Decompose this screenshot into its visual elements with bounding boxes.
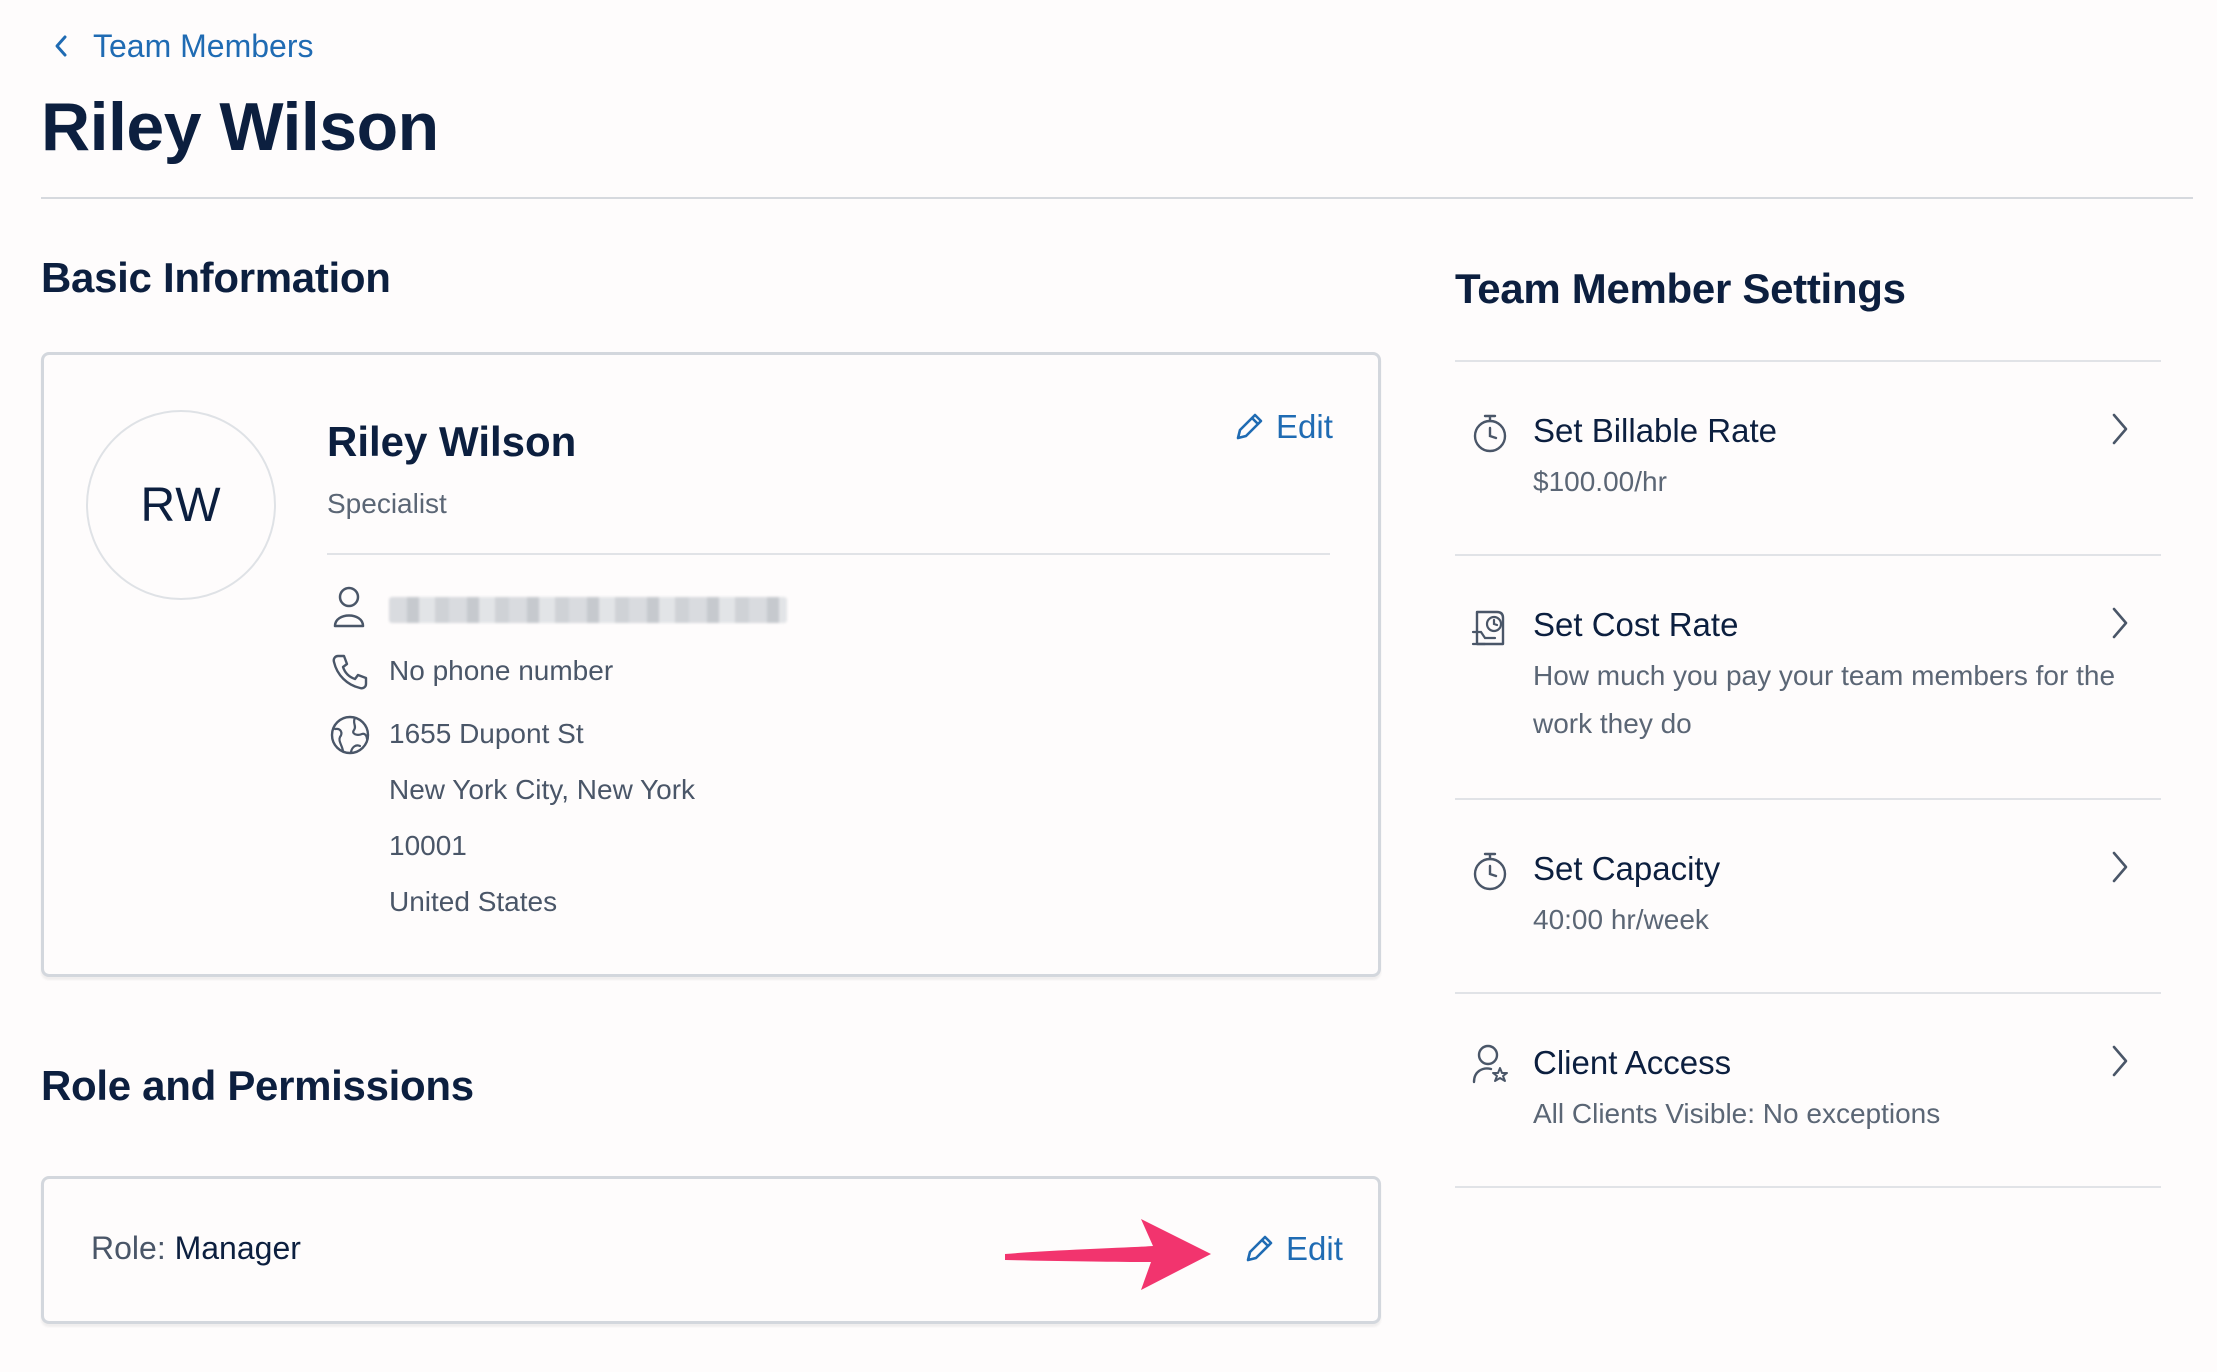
address-city-state: New York City, New York xyxy=(389,774,696,805)
role-text: Role: Manager xyxy=(91,1230,301,1267)
role-value: Manager xyxy=(174,1230,301,1266)
header-divider xyxy=(41,197,2193,199)
role-permissions-heading: Role and Permissions xyxy=(41,1062,474,1109)
setting-subtitle: How much you pay your team members for t… xyxy=(1533,660,2116,739)
setting-title: Client Access xyxy=(1533,1044,1732,1081)
cost-rate-icon xyxy=(1471,608,1509,650)
setting-cost-rate[interactable]: Set Cost Rate How much you pay your team… xyxy=(1455,556,2161,798)
stopwatch-icon xyxy=(1471,412,1509,454)
annotation-arrow-icon xyxy=(1003,1214,1213,1294)
address-zip: 10001 xyxy=(389,830,467,861)
edit-label: Edit xyxy=(1276,408,1333,445)
breadcrumb-back-link[interactable]: Team Members xyxy=(53,26,314,66)
edit-label: Edit xyxy=(1286,1230,1343,1267)
setting-title: Set Billable Rate xyxy=(1533,412,1777,449)
setting-title: Set Capacity xyxy=(1533,850,1721,887)
avatar-initials: RW xyxy=(140,478,222,532)
member-name: Riley Wilson xyxy=(327,418,577,465)
globe-icon xyxy=(329,714,371,756)
member-job-title: Specialist xyxy=(327,488,447,519)
person-icon xyxy=(331,584,367,630)
edit-basic-info-button[interactable]: Edit xyxy=(1232,408,1333,446)
basic-information-heading: Basic Information xyxy=(41,254,391,301)
setting-subtitle: All Clients Visible: No exceptions xyxy=(1533,1098,1941,1129)
setting-capacity[interactable]: Set Capacity 40:00 hr/week xyxy=(1455,800,2161,992)
setting-title: Set Cost Rate xyxy=(1533,606,1739,643)
chevron-left-icon xyxy=(53,34,69,58)
avatar: RW xyxy=(86,410,276,600)
edit-role-button[interactable]: Edit xyxy=(1242,1230,1343,1268)
setting-subtitle: 40:00 hr/week xyxy=(1533,904,1709,935)
pencil-icon xyxy=(1242,1232,1276,1266)
chevron-right-icon xyxy=(2109,412,2131,446)
breadcrumb-label: Team Members xyxy=(93,27,314,64)
chevron-right-icon xyxy=(2109,850,2131,884)
card-divider xyxy=(327,553,1330,555)
role-label: Role: xyxy=(91,1230,166,1266)
setting-subtitle: $100.00/hr xyxy=(1533,466,1667,497)
chevron-right-icon xyxy=(2109,606,2131,640)
pencil-icon xyxy=(1232,410,1266,444)
chevron-right-icon xyxy=(2109,1044,2131,1078)
email-redacted xyxy=(389,597,787,623)
page-title: Riley Wilson xyxy=(41,89,439,165)
setting-client-access[interactable]: Client Access All Clients Visible: No ex… xyxy=(1455,994,2161,1186)
phone-icon xyxy=(330,652,370,692)
client-access-icon xyxy=(1471,1042,1511,1086)
setting-billable-rate[interactable]: Set Billable Rate $100.00/hr xyxy=(1455,362,2161,554)
team-member-settings-heading: Team Member Settings xyxy=(1455,265,1906,312)
address-street: 1655 Dupont St xyxy=(389,718,584,749)
address-country: United States xyxy=(389,886,558,917)
phone-number: No phone number xyxy=(389,655,614,686)
stopwatch-icon xyxy=(1471,850,1509,892)
settings-divider xyxy=(1455,1186,2161,1188)
